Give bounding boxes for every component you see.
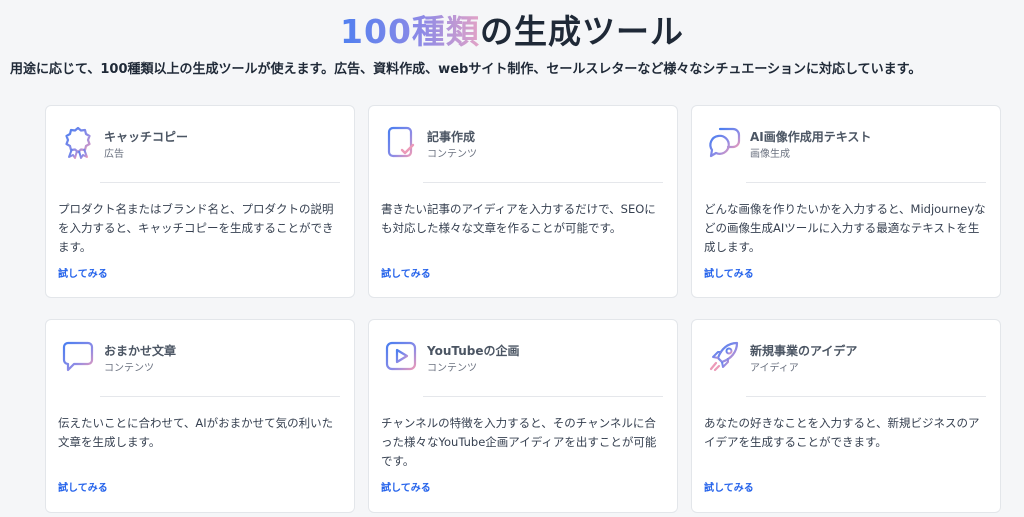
card-title: YouTubeの企画 (427, 344, 520, 358)
card-description: 伝えたいことに合わせて、AIがおまかせて気の利いた文章を生成します。 (58, 416, 334, 449)
card-description: チャンネルの特徴を入力すると、そのチャンネルに合った様々なYouTube企画アイ… (381, 416, 657, 468)
tool-card-ai-image-text[interactable]: AI画像作成用テキスト 画像生成 どんな画像を作りたいかを入力すると、Midjo… (691, 105, 1001, 298)
card-title: 新規事業のアイデア (750, 344, 858, 358)
card-description: あなたの好きなことを入力すると、新規ビジネスのアイデアを生成することができます。 (704, 416, 980, 449)
card-category: コンテンツ (427, 149, 477, 160)
card-description: 書きたい記事のアイディアを入力するだけで、SEOにも対応した様々な文章を作ること… (381, 202, 656, 235)
tool-card-new-business[interactable]: 新規事業のアイデア アイディア あなたの好きなことを入力すると、新規ビジネスのア… (691, 319, 1001, 513)
try-link[interactable]: 試してみる (381, 265, 431, 280)
card-title: おまかせ文章 (104, 344, 177, 358)
tool-card-youtube[interactable]: YouTubeの企画 コンテンツ チャンネルの特徴を入力すると、そのチャンネルに… (368, 319, 678, 513)
card-title: 記事作成 (427, 130, 476, 144)
try-link[interactable]: 試してみる (58, 265, 108, 280)
video-play-icon (385, 341, 417, 371)
card-description: どんな画像を作りたいかを入力すると、Midjourneyなどの画像生成AIツール… (704, 202, 986, 254)
card-header: YouTubeの企画 コンテンツ (383, 338, 663, 382)
card-header: 記事作成 コンテンツ (383, 124, 663, 168)
card-divider (100, 396, 340, 397)
card-divider (746, 182, 986, 183)
tool-card-catchcopy[interactable]: キャッチコピー 広告 プロダクト名またはブランド名と、プロダクトの説明を入力する… (45, 105, 355, 298)
card-divider (423, 182, 663, 183)
page: 100種類の生成ツール 用途に応じて、100種類以上の生成ツールが使えます。広告… (0, 0, 1024, 517)
try-link[interactable]: 試してみる (58, 479, 108, 494)
card-divider (423, 396, 663, 397)
chat-lines-icon (62, 341, 94, 372)
card-category: 広告 (104, 149, 124, 160)
speech-bubbles-icon (709, 127, 741, 158)
card-category: 画像生成 (750, 149, 790, 160)
card-category: コンテンツ (427, 363, 477, 374)
page-title: 100種類の生成ツール (0, 10, 1024, 54)
try-link[interactable]: 試してみる (704, 479, 754, 494)
card-title: キャッチコピー (104, 130, 189, 144)
title-highlight: 100種類 (340, 12, 480, 51)
tool-card-omakase[interactable]: おまかせ文章 コンテンツ 伝えたいことに合わせて、AIがおまかせて気の利いた文章… (45, 319, 355, 513)
try-link[interactable]: 試してみる (381, 479, 431, 494)
card-divider (100, 182, 340, 183)
try-link[interactable]: 試してみる (704, 265, 754, 280)
award-ribbon-icon (65, 126, 91, 159)
card-category: コンテンツ (104, 363, 154, 374)
rocket-icon (709, 341, 739, 372)
card-header: 新規事業のアイデア アイディア (706, 338, 986, 382)
card-category: アイディア (750, 363, 799, 374)
page-subtitle: 用途に応じて、100種類以上の生成ツールが使えます。広告、資料作成、webサイト… (10, 62, 922, 77)
card-description: プロダクト名またはブランド名と、プロダクトの説明を入力すると、キャッチコピーを生… (58, 202, 334, 254)
document-check-icon (387, 126, 415, 158)
card-header: キャッチコピー 広告 (60, 124, 340, 168)
card-header: AI画像作成用テキスト 画像生成 (706, 124, 986, 168)
card-title: AI画像作成用テキスト (750, 130, 872, 144)
card-divider (746, 396, 986, 397)
tool-card-article[interactable]: 記事作成 コンテンツ 書きたい記事のアイディアを入力するだけで、SEOにも対応し… (368, 105, 678, 298)
card-header: おまかせ文章 コンテンツ (60, 338, 340, 382)
title-rest: の生成ツール (479, 12, 684, 51)
